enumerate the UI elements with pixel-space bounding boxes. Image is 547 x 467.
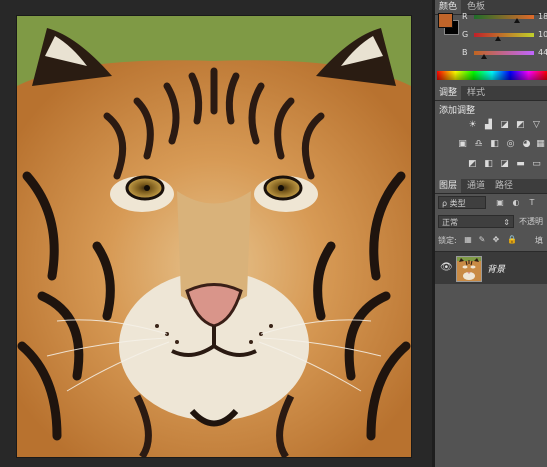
slider-blue-label: B (462, 48, 468, 57)
invert-icon[interactable]: ◩ (467, 159, 478, 170)
gradient-map-icon[interactable]: ▬ (515, 159, 526, 170)
exposure-icon[interactable]: ◩ (515, 120, 526, 131)
tab-channels[interactable]: 通道 (463, 179, 489, 193)
tab-styles[interactable]: 样式 (463, 86, 489, 100)
color-spectrum-bar[interactable] (437, 71, 547, 80)
filter-type-icon[interactable]: T (527, 198, 537, 208)
slider-green-label: G (462, 30, 469, 39)
slider-red-thumb[interactable] (514, 18, 521, 23)
lock-image-pixels-icon[interactable]: ✎ (477, 235, 487, 245)
adjustments-panel-tabbar: 调整 样式 (435, 86, 547, 101)
slider-blue[interactable]: B 44 (462, 47, 547, 59)
layer-name[interactable]: 背景 (487, 262, 505, 275)
curves-icon[interactable]: ◪ (499, 120, 510, 131)
lock-all-icon[interactable]: 🔒 (507, 235, 517, 245)
slider-green[interactable]: G 10 (462, 29, 547, 41)
slider-red-value[interactable]: 18 (538, 11, 547, 23)
hue-saturation-icon[interactable]: ▣ (457, 139, 468, 150)
color-panel: R 18 G 10 B 44 (435, 12, 547, 95)
black-white-icon[interactable]: ◧ (489, 139, 500, 150)
levels-icon[interactable]: ▟ (483, 120, 494, 131)
fill-label: 填 (535, 236, 543, 245)
filter-adjustment-icon[interactable]: ◐ (511, 198, 521, 208)
color-balance-icon[interactable]: ♎ (473, 139, 484, 150)
filter-pixel-icon[interactable]: ▣ (495, 198, 505, 208)
layer-filter-select[interactable]: ρ 类型 (438, 196, 486, 209)
slider-red[interactable]: R 18 (462, 11, 547, 23)
slider-green-thumb[interactable] (495, 36, 501, 41)
posterize-icon[interactable]: ◧ (483, 159, 494, 170)
blend-mode-select[interactable]: 正常 ⇕ (438, 215, 514, 228)
slider-green-track[interactable] (474, 33, 534, 37)
foreground-color-swatch[interactable] (438, 13, 453, 28)
tab-paths[interactable]: 路径 (491, 179, 517, 193)
tiger-face-image (17, 16, 411, 457)
layers-panel-tabbar: 图层 通道 路径 (435, 179, 547, 194)
tiger-image[interactable] (17, 16, 411, 457)
adjustments-panel: 添加调整 ☀ ▟ ◪ ◩ ▽ ▣ ♎ ◧ ◎ ◕ ▦ ◩ ◧ ◪ ▬ ▭ (435, 101, 547, 179)
layers-panel-controls: ρ 类型 ▣ ◐ T 正常 ⇕ 不透明 锁定: ▦ ✎ ✥ 🔒 填 (435, 194, 547, 251)
slider-blue-thumb[interactable] (481, 54, 488, 59)
visibility-eye-icon[interactable]: 👁 (440, 262, 453, 274)
right-panel-dock: 颜色 色板 R 18 G 10 B 44 调整 样式 添加调整 ☀ ▟ ◪ ◩ … (435, 0, 547, 467)
selective-color-icon[interactable]: ▭ (531, 159, 542, 170)
color-lookup-icon[interactable]: ▦ (535, 139, 546, 150)
slider-red-label: R (462, 12, 468, 21)
layer-thumbnail[interactable] (456, 256, 482, 282)
tab-color[interactable]: 颜色 (435, 0, 462, 14)
opacity-label: 不透明 (519, 217, 543, 226)
brightness-icon[interactable]: ☀ (467, 120, 478, 131)
lock-label: 锁定: (438, 236, 457, 245)
blend-mode-value: 正常 (442, 218, 458, 227)
channel-mixer-icon[interactable]: ◕ (521, 139, 532, 150)
layers-list-empty-area[interactable] (435, 284, 547, 467)
threshold-icon[interactable]: ◪ (499, 159, 510, 170)
layer-thumbnail-image (457, 257, 481, 281)
slider-blue-value[interactable]: 44 (538, 47, 547, 59)
add-adjustment-title: 添加调整 (439, 106, 476, 116)
document-canvas-area[interactable] (0, 0, 432, 467)
layer-row-background[interactable]: 👁 背景 (435, 251, 547, 285)
slider-red-track[interactable] (474, 15, 534, 19)
slider-green-value[interactable]: 10 (538, 29, 547, 41)
lock-transparent-pixels-icon[interactable]: ▦ (463, 235, 473, 245)
chevron-down-icon: ⇕ (503, 218, 510, 227)
photo-filter-icon[interactable]: ◎ (505, 139, 516, 150)
tab-adjustments[interactable]: 调整 (435, 86, 462, 100)
vibrance-icon[interactable]: ▽ (531, 120, 542, 131)
tab-layers[interactable]: 图层 (435, 179, 462, 193)
lock-position-icon[interactable]: ✥ (491, 235, 501, 245)
